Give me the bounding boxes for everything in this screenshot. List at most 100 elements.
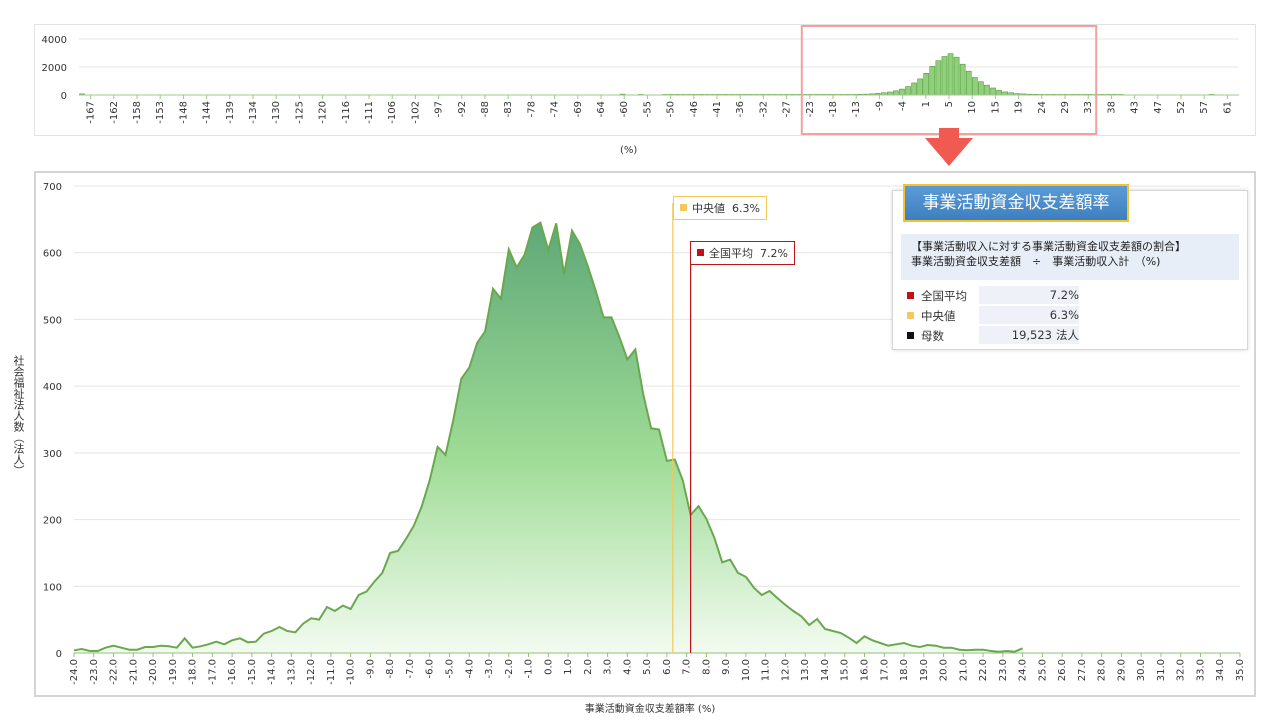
x-tick-label: -2.0 [504,659,515,679]
x-tick-label: -13.0 [286,659,297,685]
overview-bar [941,56,948,96]
overview-bar [917,78,923,96]
overview-x-tick-label: -27 [782,101,793,117]
x-tick-label: 3.0 [603,659,614,675]
overview-x-tick-label: -102 [410,101,421,124]
y-tick-label: 200 [43,516,62,527]
x-tick-label: 17.0 [879,659,890,681]
overview-x-tick-label: -13 [851,101,862,117]
overview-x-tick-label: 1 [921,101,932,107]
stat-label: 母数 [921,329,944,343]
area-fill [74,222,1023,653]
stat-row-mean: 全国平均 7.2% [901,286,1081,304]
x-tick-label: 4.0 [622,659,633,675]
overview-bar [965,70,972,96]
stat-unit: 法人 [1056,328,1079,342]
x-tick-label: 0.0 [543,659,554,675]
overview-bar [953,56,960,96]
x-tick-label: 23.0 [998,659,1009,681]
mean-tag-value: 7.2% [760,247,788,260]
info-box: 事業活動資金収支差額率 【事業活動収入に対する事業活動資金収支差額の割合】 事業… [892,184,1248,350]
x-tick-label: -23.0 [89,659,100,685]
overview-x-tick-label: 61 [1222,101,1233,114]
stat-number: 19,523 [1011,328,1052,342]
x-tick-label: -22.0 [109,659,120,685]
mean-legend-icon [907,292,914,299]
overview-x-tick-label: 52 [1176,101,1187,114]
x-tick-label: 18.0 [899,659,910,681]
x-tick-label: 32.0 [1176,659,1187,681]
overview-x-tick-label: 33 [1083,101,1094,114]
overview-bar [923,72,930,96]
overview-x-tick-label: -148 [178,101,189,124]
x-tick-label: -18.0 [188,659,199,685]
median-legend-icon [907,312,914,319]
overview-x-tick-label: -9 [874,101,885,111]
x-tick-label: 22.0 [978,659,989,681]
stat-value: 7.2% [979,286,1079,304]
x-tick-label: -21.0 [128,659,139,685]
overview-x-tick-label: -97 [434,101,445,117]
overview-x-tick-label: -69 [573,101,584,117]
overview-x-tick-label: 24 [1037,101,1048,114]
x-tick-label: 16.0 [860,659,871,681]
median-tag-value: 6.3% [732,202,760,215]
overview-x-tick-label: -116 [341,101,352,124]
x-tick-label: 29.0 [1116,659,1127,681]
overview-x-tick-label: 10 [967,101,978,114]
stat-label: 中央値 [921,309,956,323]
x-tick-label: 14.0 [820,659,831,681]
x-tick-label: 31.0 [1156,659,1167,681]
x-tick-label: 12.0 [780,659,791,681]
overview-x-tick-label: -125 [294,101,305,124]
stat-value: 6.3% [979,306,1079,324]
overview-bar [893,90,899,96]
overview-x-tick-label: -111 [364,101,375,124]
overview-bar [935,60,942,96]
overview-bar [899,88,905,96]
overview-x-tick-label: 47 [1153,101,1164,114]
overview-x-tick-label: 15 [990,101,1001,114]
x-tick-label: -10.0 [346,659,357,685]
overview-x-tick-label: -106 [387,101,398,124]
x-tick-label: -8.0 [385,659,396,679]
overview-x-axis-label: (%) [620,145,638,156]
x-tick-label: -19.0 [168,659,179,685]
x-tick-label: -6.0 [425,659,436,679]
mean-tag: 全国平均 7.2% [690,241,795,265]
overview-y-tick-label: 0 [61,91,67,102]
stat-number: 7.2% [1049,288,1079,302]
x-tick-label: 28.0 [1097,659,1108,681]
overview-bar [978,81,984,96]
median-tag-label: 中央値 [692,202,725,215]
formula-line-2: 事業活動資金収支差額 ÷ 事業活動収入計 （%) [911,255,1161,268]
x-tick-label: -17.0 [207,659,218,685]
overview-x-tick-label: -36 [735,101,746,117]
overview-x-tick-label: -167 [86,101,97,124]
zoom-arrow-icon [925,128,973,166]
y-tick-label: 500 [43,315,62,326]
y-tick-label: 0 [56,649,62,660]
x-tick-label: 2.0 [583,659,594,675]
mean-tag-label: 全国平均 [709,247,753,260]
overview-x-tick-label: -134 [248,101,259,124]
overview-x-tick-label: -78 [526,101,537,117]
overview-x-tick-label: -74 [550,101,561,117]
overview-bar [984,84,990,96]
x-tick-label: 26.0 [1057,659,1068,681]
overview-bar [959,63,966,96]
overview-bar [971,77,978,96]
overview-x-tick-label: -139 [225,101,236,124]
stat-label: 全国平均 [921,289,967,303]
x-tick-label: -9.0 [365,659,376,679]
overview-x-tick-label: 5 [944,101,955,107]
x-tick-label: 19.0 [919,659,930,681]
overview-x-tick-label: -92 [457,101,468,117]
x-tick-label: 9.0 [721,659,732,675]
x-tick-label: 11.0 [761,659,772,681]
x-tick-label: 35.0 [1235,659,1246,681]
overview-bar [911,82,917,96]
overview-x-tick-label: -88 [480,101,491,117]
y-tick-label: 400 [43,382,62,393]
overview-x-tick-label: -32 [758,101,769,117]
